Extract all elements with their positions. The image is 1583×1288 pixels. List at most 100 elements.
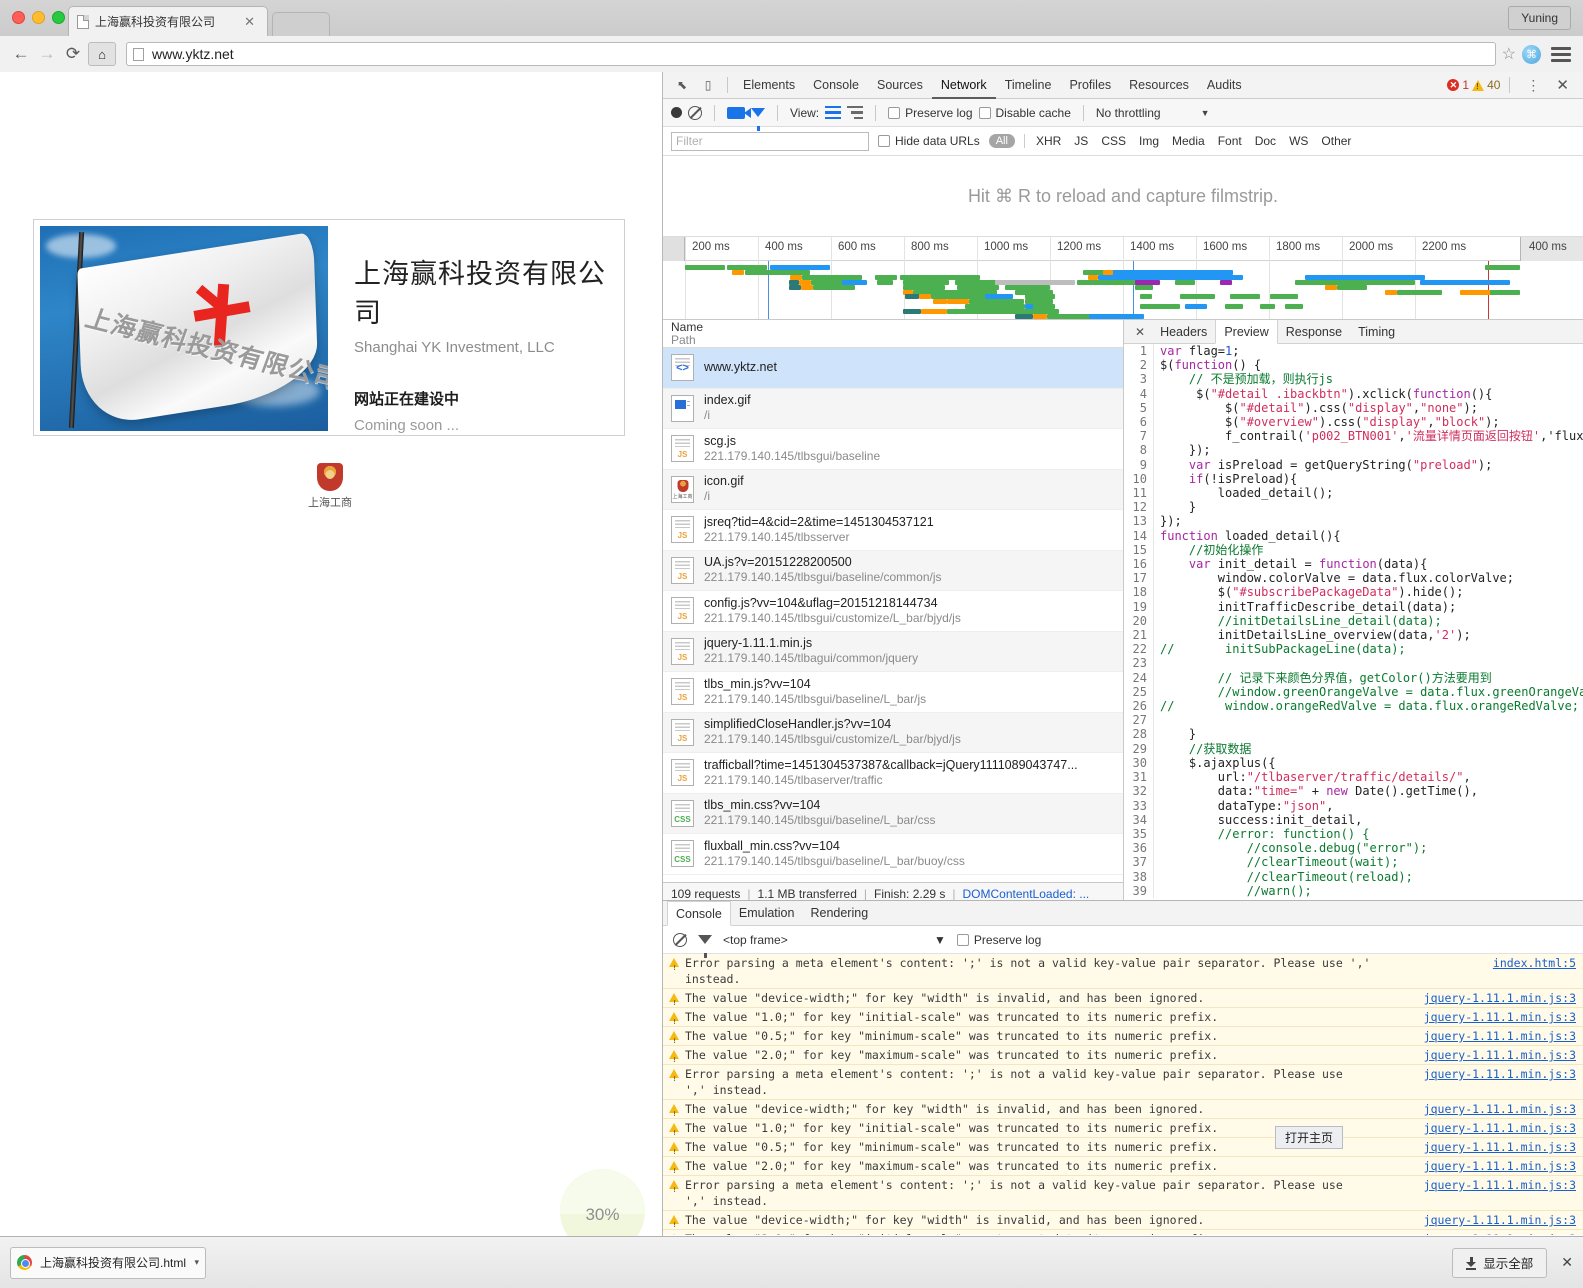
console-message[interactable]: The value "2.0;" for key "maximum-scale"… — [663, 1046, 1583, 1068]
record-icon[interactable] — [671, 107, 682, 118]
tab-resources[interactable]: Resources — [1120, 72, 1198, 99]
menu-icon[interactable] — [1551, 46, 1571, 62]
filter-type-ws[interactable]: WS — [1287, 134, 1310, 148]
request-row[interactable]: JS scg.js 221.179.140.145/tlbsgui/baseline — [663, 429, 1123, 470]
console-message-source[interactable]: jquery-1.11.1.min.js:3 — [1424, 1009, 1576, 1025]
console-message-source[interactable]: jquery-1.11.1.min.js:3 — [1424, 1177, 1576, 1193]
filter-icon[interactable] — [751, 108, 765, 131]
frame-selector[interactable]: <top frame> — [723, 933, 923, 947]
console-message-source[interactable]: jquery-1.11.1.min.js:3 — [1424, 1139, 1576, 1155]
chevron-down-icon[interactable]: ▼ — [934, 933, 946, 947]
console-message[interactable]: The value "device-width;" for key "width… — [663, 989, 1583, 1011]
list-view-icon[interactable] — [825, 106, 842, 119]
console-message[interactable]: The value "device-width;" for key "width… — [663, 1100, 1583, 1122]
console-message-source[interactable]: jquery-1.11.1.min.js:3 — [1424, 1212, 1576, 1228]
request-row[interactable]: <> www.yktz.net — [663, 348, 1123, 389]
console-message-source[interactable]: jquery-1.11.1.min.js:3 — [1424, 1120, 1576, 1136]
filter-type-other[interactable]: Other — [1319, 134, 1353, 148]
console-message[interactable]: The value "0.5;" for key "minimum-scale"… — [663, 1138, 1583, 1160]
close-icon[interactable]: ✕ — [240, 14, 259, 30]
tab-elements[interactable]: Elements — [734, 72, 804, 99]
tab-emulation[interactable]: Emulation — [731, 901, 803, 925]
reload-icon[interactable]: ⟳ — [60, 41, 86, 67]
requests-header[interactable]: Name Path — [663, 320, 1123, 348]
network-waterfall[interactable]: 200 ms 400 ms 600 ms 800 ms 1000 ms 1200 ms 14… — [663, 237, 1583, 320]
filter-type-media[interactable]: Media — [1170, 134, 1207, 148]
throttling-select[interactable]: No throttling ▼ — [1096, 106, 1210, 120]
more-options-icon[interactable]: ⋮ — [1519, 77, 1547, 94]
tab-console[interactable]: Console — [667, 900, 731, 926]
filter-type-img[interactable]: Img — [1137, 134, 1161, 148]
console-message[interactable]: Error parsing a meta element's content: … — [663, 954, 1583, 989]
new-tab-button[interactable] — [272, 12, 330, 36]
filter-type-css[interactable]: CSS — [1099, 134, 1128, 148]
console-message-source[interactable]: jquery-1.11.1.min.js:3 — [1424, 1047, 1576, 1063]
filter-icon[interactable] — [698, 935, 712, 958]
browser-tab[interactable]: 上海赢科投资有限公司 ✕ — [68, 6, 268, 36]
tab-network[interactable]: Network — [932, 72, 996, 99]
traffic-ball-widget[interactable]: 30% — [560, 1169, 645, 1236]
close-window-button[interactable] — [12, 11, 25, 24]
disable-cache-checkbox[interactable]: Disable cache — [978, 106, 1071, 120]
inspect-element-icon[interactable]: ⬉ — [669, 74, 695, 96]
filter-type-doc[interactable]: Doc — [1253, 134, 1278, 148]
request-row[interactable]: index.gif/i — [663, 388, 1123, 429]
filter-type-all[interactable]: All — [988, 134, 1015, 148]
forward-icon[interactable]: → — [34, 41, 60, 67]
request-row[interactable]: JS trafficball?time=1451304537387&callbac… — [663, 753, 1123, 794]
show-all-downloads-button[interactable]: 显示全部 — [1452, 1247, 1548, 1278]
grouped-view-icon[interactable] — [847, 106, 864, 119]
tab-headers[interactable]: Headers — [1152, 320, 1215, 344]
download-item[interactable]: 上海赢科投资有限公司.html ▾ — [10, 1246, 206, 1279]
request-row[interactable]: JS config.js?vv=104&uflag=20151218144734 2… — [663, 591, 1123, 632]
console-message-source[interactable]: index.html:5 — [1493, 955, 1576, 971]
request-row[interactable]: JS jquery-1.11.1.min.js 221.179.140.145/tl… — [663, 631, 1123, 672]
filter-type-js[interactable]: JS — [1072, 134, 1090, 148]
request-row[interactable]: CSS tlbs_min.css?vv=104 221.179.140.145/tl… — [663, 793, 1123, 834]
filter-type-xhr[interactable]: XHR — [1034, 134, 1063, 148]
console-message[interactable]: The value "1.0;" for key "initial-scale"… — [663, 1119, 1583, 1141]
console-message-source[interactable]: jquery-1.11.1.min.js:3 — [1424, 1066, 1576, 1082]
console-preserve-log-checkbox[interactable]: Preserve log — [956, 933, 1041, 947]
minimize-window-button[interactable] — [32, 11, 45, 24]
hide-data-urls-checkbox[interactable]: Hide data URLs — [878, 134, 980, 148]
profile-button[interactable]: Yuning — [1508, 6, 1571, 30]
tab-rendering[interactable]: Rendering — [802, 901, 876, 925]
clear-icon[interactable] — [688, 105, 702, 120]
tab-sources[interactable]: Sources — [868, 72, 932, 99]
chevron-down-icon[interactable]: ▾ — [194, 1257, 199, 1268]
requests-list[interactable]: <> www.yktz.net index.gif/i JS scg.js 221.179… — [663, 348, 1123, 882]
back-icon[interactable]: ← — [8, 41, 34, 67]
tab-preview[interactable]: Preview — [1215, 319, 1278, 344]
preserve-log-checkbox[interactable]: Preserve log — [888, 106, 973, 120]
close-download-bar-icon[interactable]: ✕ — [1561, 1254, 1573, 1271]
close-devtools-icon[interactable]: ✕ — [1550, 76, 1575, 94]
extension-icon[interactable]: ⌘ — [1522, 44, 1541, 64]
console-message[interactable]: The value "2.0;" for key "maximum-scale"… — [663, 1157, 1583, 1179]
request-row[interactable]: JS simplifiedCloseHandler.js?vv=104 221.17… — [663, 712, 1123, 753]
tab-timeline[interactable]: Timeline — [996, 72, 1061, 99]
window-traffic-lights[interactable] — [12, 11, 65, 24]
code-preview[interactable]: 1 var flag=1; 2 $(function() {3 // 不是预加载，则执… — [1124, 344, 1583, 904]
console-message[interactable]: Error parsing a meta element's content: … — [663, 1176, 1583, 1211]
console-message[interactable]: Error parsing a meta element's content: … — [663, 1065, 1583, 1100]
console-message-source[interactable]: jquery-1.11.1.min.js:3 — [1424, 1101, 1576, 1117]
domcontentloaded-link[interactable]: DOMContentLoaded: ... — [963, 887, 1090, 901]
bookmark-star-icon[interactable]: ☆ — [1502, 44, 1516, 64]
console-message[interactable]: The value "device-width;" for key "width… — [663, 1211, 1583, 1233]
console-message-source[interactable]: jquery-1.11.1.min.js:3 — [1424, 1158, 1576, 1174]
console-messages[interactable]: Error parsing a meta element's content: … — [663, 954, 1583, 1235]
request-row[interactable]: JS jsreq?tid=4&cid=2&time=1451304537121 22… — [663, 510, 1123, 551]
request-row[interactable]: JS tlbs_min.js?vv=104 221.179.140.145/tlbs… — [663, 672, 1123, 713]
console-message-source[interactable]: jquery-1.11.1.min.js:3 — [1424, 1231, 1576, 1235]
filter-input[interactable] — [671, 131, 869, 151]
console-message[interactable]: The value "0.5;" for key "minimum-scale"… — [663, 1027, 1583, 1049]
console-message[interactable]: The value "1.0;" for key "initial-scale"… — [663, 1008, 1583, 1030]
home-icon[interactable]: ⌂ — [88, 42, 116, 66]
tab-audits[interactable]: Audits — [1198, 72, 1251, 99]
clear-console-icon[interactable] — [673, 932, 687, 947]
tab-response[interactable]: Response — [1278, 320, 1350, 344]
tab-timing[interactable]: Timing — [1350, 320, 1403, 344]
warning-count-badge[interactable]: 40 — [1472, 78, 1500, 92]
capture-screenshots-icon[interactable] — [727, 106, 751, 119]
